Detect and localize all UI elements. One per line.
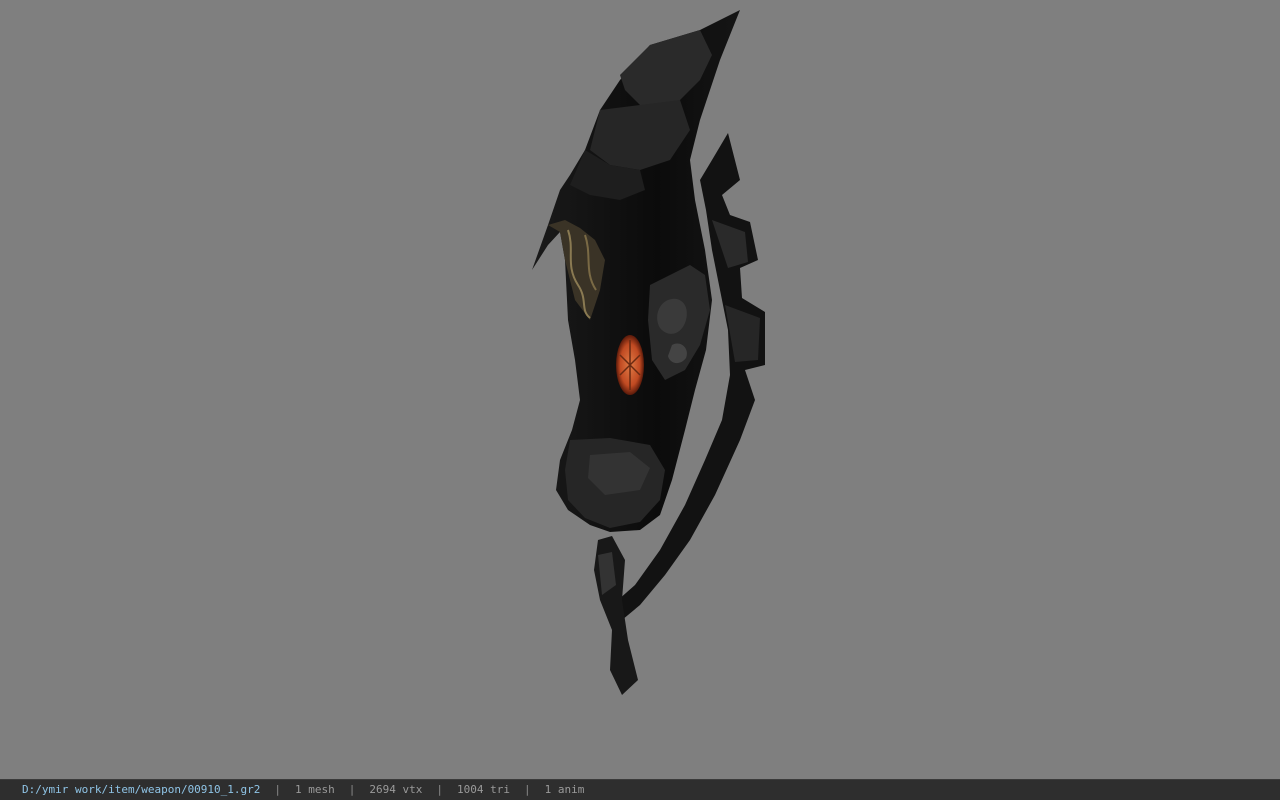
triangle-count-label: 1004 tri	[457, 783, 511, 796]
status-separator: |	[348, 783, 356, 796]
weapon-model-render	[532, 10, 765, 695]
model-viewport[interactable]	[0, 0, 1280, 779]
file-path-label: D:/ymir work/item/weapon/00910_1.gr2	[22, 783, 261, 796]
status-separator: |	[524, 783, 531, 796]
status-separator: |	[436, 783, 444, 796]
anim-count-label: 1 anim	[544, 783, 585, 796]
mesh-count-label: 1 mesh	[295, 783, 335, 796]
status-bar: D:/ymir work/item/weapon/00910_1.gr2 | 1 m…	[0, 779, 1280, 800]
status-separator: |	[274, 783, 282, 796]
vertex-count-label: 2694 vtx	[369, 783, 423, 796]
